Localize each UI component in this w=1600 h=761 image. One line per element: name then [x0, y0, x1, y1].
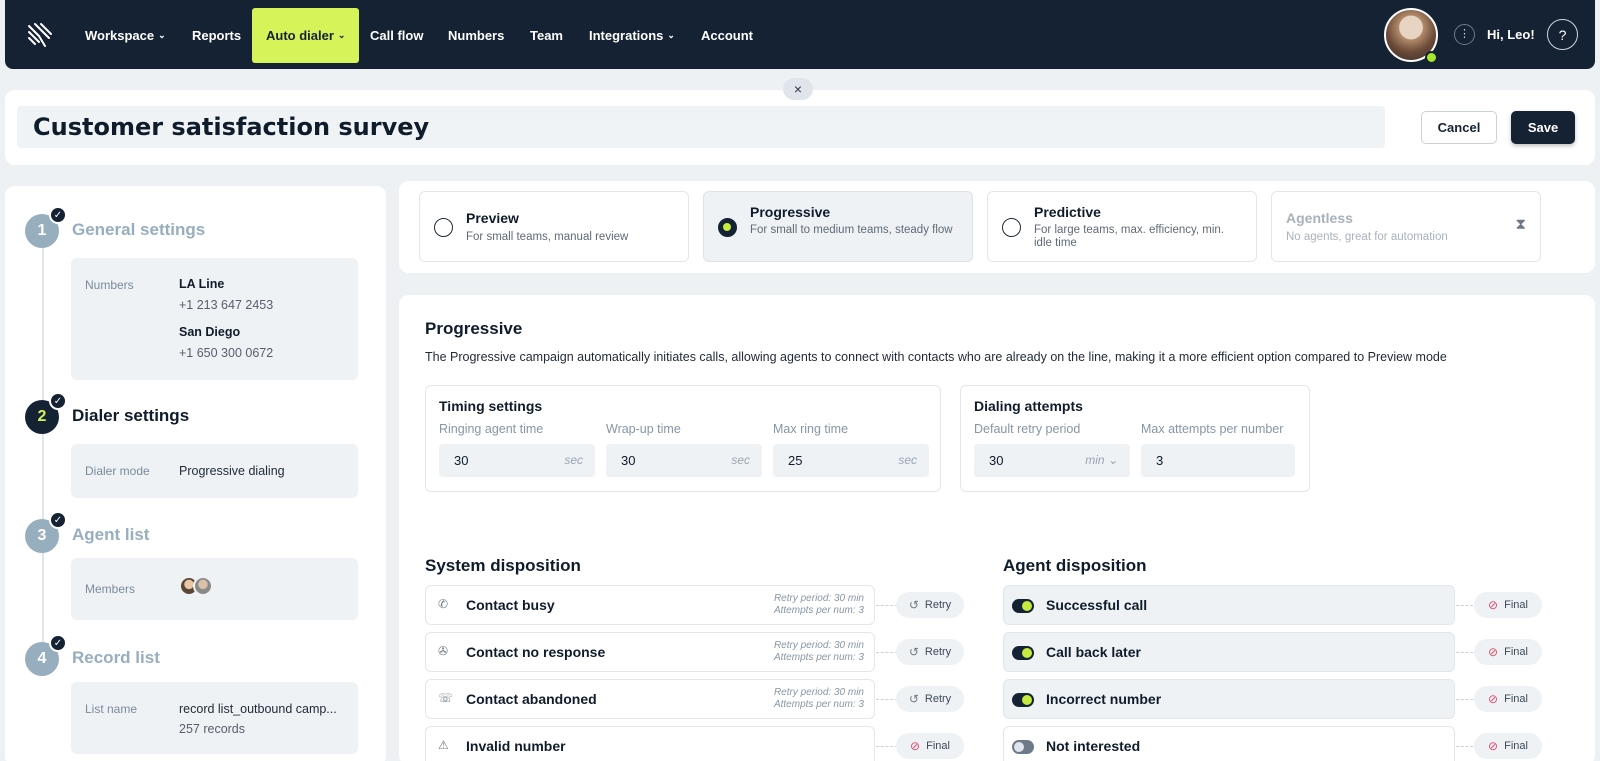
- block-icon: ⊘: [1488, 692, 1499, 706]
- mode-card-predictive[interactable]: Predictive For large teams, max. efficie…: [987, 191, 1257, 262]
- radio-button-selected[interactable]: [718, 218, 737, 237]
- brand-logo-icon[interactable]: [25, 20, 55, 50]
- dialer-mode-selector: Preview For small teams, manual review P…: [399, 181, 1595, 273]
- online-status-icon: [1425, 51, 1438, 64]
- chevron-down-icon: ⌄: [158, 29, 166, 40]
- system-disposition-row[interactable]: ⚠ Invalid number: [425, 726, 875, 761]
- timing-settings-group: Timing settings Ringing agent time 30 se…: [425, 385, 941, 492]
- system-disposition-row[interactable]: ☏ Contact abandoned Retry period: 30 min…: [425, 679, 875, 719]
- progressive-settings-panel: Progressive The Progressive campaign aut…: [399, 295, 1595, 761]
- final-tag[interactable]: ⊘ Final: [1474, 733, 1542, 759]
- no-response-icon: ✇: [438, 644, 449, 658]
- mode-card-progressive[interactable]: Progressive For small to medium teams, s…: [703, 191, 973, 262]
- dialing-attempts-group: Dialing attempts Default retry period 30…: [960, 385, 1310, 492]
- close-icon[interactable]: ×: [783, 78, 813, 100]
- check-icon: ✓: [49, 392, 67, 410]
- member-avatar: [193, 576, 213, 596]
- radio-button[interactable]: [1002, 218, 1021, 237]
- agent-disposition-row[interactable]: Incorrect number: [1003, 679, 1455, 719]
- hang-up-icon: ☏: [438, 691, 454, 705]
- block-icon: ⊘: [1488, 645, 1499, 659]
- retry-icon: ↺: [908, 645, 919, 659]
- help-icon[interactable]: ?: [1547, 19, 1578, 50]
- nav-account[interactable]: Account: [701, 24, 753, 46]
- system-disposition-row[interactable]: ✆ Contact busy Retry period: 30 min Attem…: [425, 585, 875, 625]
- steps-panel: 1 ✓ General settings Numbers LA Line +1 …: [5, 186, 386, 761]
- system-disposition-row[interactable]: ✇ Contact no response Retry period: 30 m…: [425, 632, 875, 672]
- agent-disposition-row[interactable]: Not interested: [1003, 726, 1455, 761]
- save-button[interactable]: Save: [1511, 111, 1575, 144]
- retry-tag[interactable]: ↺ Retry: [896, 592, 964, 618]
- final-tag[interactable]: ⊘ Final: [896, 733, 964, 759]
- agent-disposition-row[interactable]: Call back later: [1003, 632, 1455, 672]
- enable-toggle[interactable]: [1012, 646, 1034, 660]
- section-title: Progressive: [425, 319, 523, 338]
- enable-toggle[interactable]: [1012, 599, 1034, 613]
- default-retry-period-select[interactable]: 30 min ⌄: [974, 444, 1130, 477]
- retry-icon: ↺: [908, 692, 919, 706]
- invalid-number-icon: ⚠: [438, 738, 449, 752]
- final-tag[interactable]: ⊘ Final: [1474, 686, 1542, 712]
- chevron-down-icon: ⌄: [337, 30, 346, 40]
- check-icon: ✓: [49, 634, 67, 652]
- nav-workspace[interactable]: Workspace ⌄: [85, 24, 166, 46]
- nav-integrations[interactable]: Integrations ⌄: [589, 24, 675, 46]
- campaign-name-input[interactable]: [17, 106, 1385, 148]
- step-connector: [42, 232, 44, 672]
- block-icon: ⊘: [1488, 598, 1499, 612]
- nav-numbers[interactable]: Numbers: [448, 24, 504, 46]
- more-options-icon[interactable]: ⋮: [1454, 24, 1475, 45]
- max-attempts-input[interactable]: 3: [1141, 444, 1295, 477]
- check-icon: ✓: [49, 206, 67, 224]
- enable-toggle[interactable]: [1012, 740, 1034, 754]
- mode-card-preview[interactable]: Preview For small teams, manual review: [419, 191, 689, 262]
- retry-icon: ↺: [908, 598, 919, 612]
- check-icon: ✓: [49, 511, 67, 529]
- phone-busy-icon: ✆: [438, 597, 449, 611]
- user-greeting: Hi, Leo!: [1487, 27, 1535, 42]
- max-ring-time-input[interactable]: 25 sec: [773, 444, 929, 477]
- cancel-button[interactable]: Cancel: [1421, 111, 1497, 144]
- section-description: The Progressive campaign automatically i…: [425, 350, 1447, 364]
- campaign-header: Cancel Save: [5, 90, 1595, 165]
- nav-reports[interactable]: Reports: [192, 24, 241, 46]
- radio-button[interactable]: [434, 218, 453, 237]
- wrap-up-time-input[interactable]: 30 sec: [606, 444, 762, 477]
- numbers-summary: Numbers LA Line +1 213 647 2453 San Dieg…: [71, 258, 358, 380]
- system-disposition-title: System disposition: [425, 556, 581, 575]
- enable-toggle[interactable]: [1012, 693, 1034, 707]
- block-icon: ⊘: [910, 739, 921, 753]
- nav-call-flow[interactable]: Call flow: [370, 24, 423, 46]
- chevron-down-icon: ⌄: [667, 29, 675, 40]
- final-tag[interactable]: ⊘ Final: [1474, 592, 1542, 618]
- record-list-summary: List name record list_outbound camp... 2…: [71, 682, 358, 754]
- members-summary: Members: [71, 558, 358, 620]
- retry-tag[interactable]: ↺ Retry: [896, 686, 964, 712]
- dialer-mode-summary: Dialer mode Progressive dialing: [71, 444, 358, 498]
- mode-card-agentless: Agentless No agents, great for automatio…: [1271, 191, 1541, 262]
- block-icon: ⊘: [1488, 739, 1499, 753]
- final-tag[interactable]: ⊘ Final: [1474, 639, 1542, 665]
- ringing-agent-time-input[interactable]: 30 sec: [439, 444, 595, 477]
- hourglass-icon: ⧗: [1515, 216, 1526, 233]
- nav-auto-dialer[interactable]: Auto dialer ⌄: [252, 8, 360, 63]
- nav-team[interactable]: Team: [530, 24, 563, 46]
- top-nav: Workspace ⌄ Reports Auto dialer ⌄ Call flo…: [5, 0, 1595, 69]
- agent-disposition-row[interactable]: Successful call: [1003, 585, 1455, 625]
- retry-tag[interactable]: ↺ Retry: [896, 639, 964, 665]
- agent-disposition-title: Agent disposition: [1003, 556, 1147, 575]
